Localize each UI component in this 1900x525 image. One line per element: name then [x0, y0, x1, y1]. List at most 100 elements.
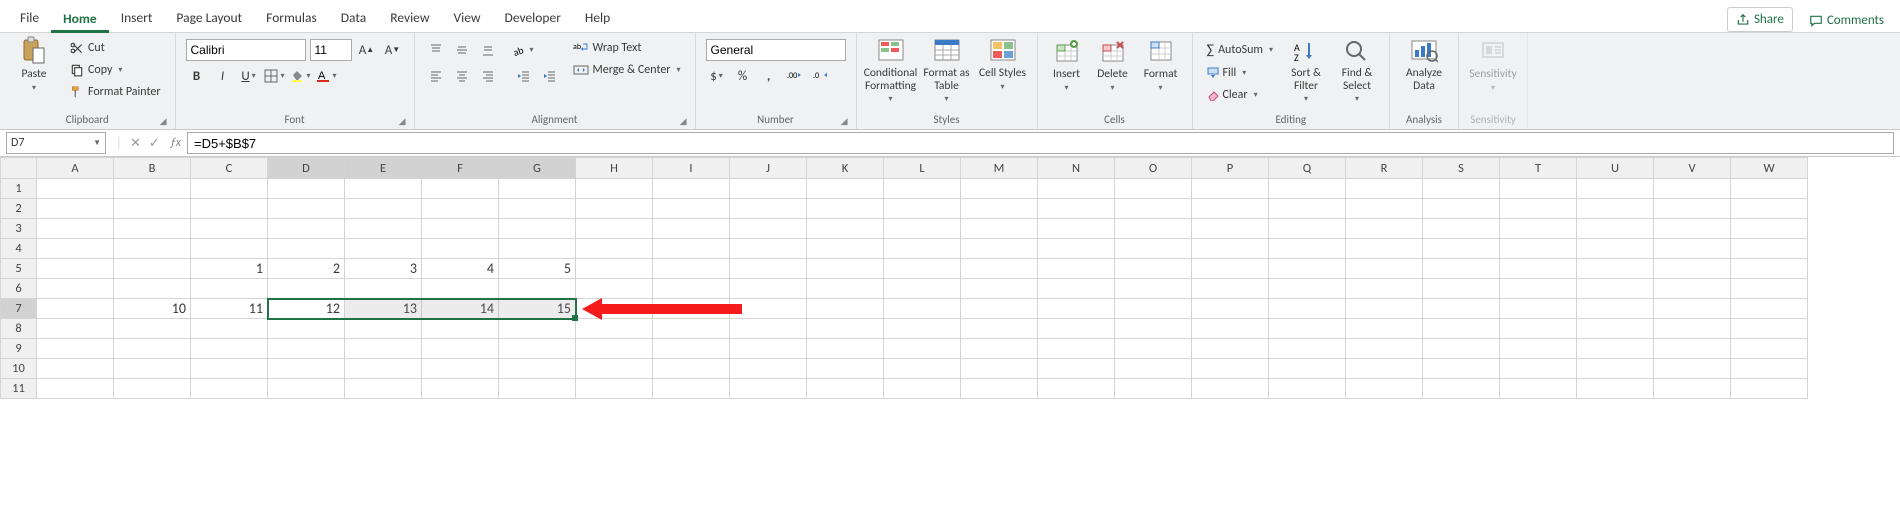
format-painter-button[interactable]: Format Painter [66, 83, 165, 101]
row-header-1[interactable]: 1 [1, 179, 37, 199]
cell-V3[interactable] [1654, 219, 1731, 239]
cell-S3[interactable] [1423, 219, 1500, 239]
cell-Q5[interactable] [1269, 259, 1346, 279]
cell-N10[interactable] [1038, 359, 1115, 379]
worksheet-grid[interactable]: ABCDEFGHIJKLMNOPQRSTUVW12345123456710111… [0, 157, 1900, 399]
cell-K1[interactable] [807, 179, 884, 199]
select-all-corner[interactable] [1, 158, 37, 179]
cell-B8[interactable] [114, 319, 191, 339]
insert-cells-button[interactable]: Insert▾ [1044, 37, 1090, 109]
cell-U9[interactable] [1577, 339, 1654, 359]
cell-E10[interactable] [345, 359, 422, 379]
col-header-W[interactable]: W [1731, 158, 1808, 179]
cell-D1[interactable] [268, 179, 345, 199]
align-top-button[interactable] [425, 39, 447, 61]
cell-S5[interactable] [1423, 259, 1500, 279]
cell-L6[interactable] [884, 279, 961, 299]
cell-G11[interactable] [499, 379, 576, 399]
cell-D2[interactable] [268, 199, 345, 219]
col-header-D[interactable]: D [268, 158, 345, 179]
cell-T4[interactable] [1500, 239, 1577, 259]
row-header-10[interactable]: 10 [1, 359, 37, 379]
tab-data[interactable]: Data [329, 5, 378, 32]
cell-C3[interactable] [191, 219, 268, 239]
cell-J1[interactable] [730, 179, 807, 199]
cell-G5[interactable]: 5 [499, 259, 576, 279]
cell-E6[interactable] [345, 279, 422, 299]
cell-Q2[interactable] [1269, 199, 1346, 219]
cell-P3[interactable] [1192, 219, 1269, 239]
col-header-M[interactable]: M [961, 158, 1038, 179]
cell-E7[interactable]: 13 [345, 299, 422, 319]
cell-H2[interactable] [576, 199, 653, 219]
cell-C1[interactable] [191, 179, 268, 199]
cell-C10[interactable] [191, 359, 268, 379]
cell-A5[interactable] [37, 259, 114, 279]
col-header-H[interactable]: H [576, 158, 653, 179]
cell-C6[interactable] [191, 279, 268, 299]
cell-G6[interactable] [499, 279, 576, 299]
col-header-E[interactable]: E [345, 158, 422, 179]
decrease-font-button[interactable]: A▼ [382, 39, 404, 61]
cell-W4[interactable] [1731, 239, 1808, 259]
cell-N11[interactable] [1038, 379, 1115, 399]
cell-W3[interactable] [1731, 219, 1808, 239]
cell-N1[interactable] [1038, 179, 1115, 199]
cell-R9[interactable] [1346, 339, 1423, 359]
cell-L1[interactable] [884, 179, 961, 199]
cell-A1[interactable] [37, 179, 114, 199]
increase-decimal-button[interactable]: .00 [784, 65, 806, 87]
cell-I9[interactable] [653, 339, 730, 359]
cell-F9[interactable] [422, 339, 499, 359]
cell-U7[interactable] [1577, 299, 1654, 319]
cell-C8[interactable] [191, 319, 268, 339]
cell-T3[interactable] [1500, 219, 1577, 239]
cell-H6[interactable] [576, 279, 653, 299]
cell-I10[interactable] [653, 359, 730, 379]
align-bottom-button[interactable] [477, 39, 499, 61]
cell-P4[interactable] [1192, 239, 1269, 259]
cell-R10[interactable] [1346, 359, 1423, 379]
cell-A10[interactable] [37, 359, 114, 379]
cell-J2[interactable] [730, 199, 807, 219]
cell-I3[interactable] [653, 219, 730, 239]
cell-E11[interactable] [345, 379, 422, 399]
cell-T2[interactable] [1500, 199, 1577, 219]
cell-L9[interactable] [884, 339, 961, 359]
cell-G10[interactable] [499, 359, 576, 379]
increase-font-button[interactable]: A▲ [356, 39, 378, 61]
cell-I1[interactable] [653, 179, 730, 199]
cell-J5[interactable] [730, 259, 807, 279]
cell-M11[interactable] [961, 379, 1038, 399]
cell-M2[interactable] [961, 199, 1038, 219]
cell-R1[interactable] [1346, 179, 1423, 199]
cell-S4[interactable] [1423, 239, 1500, 259]
cell-Q10[interactable] [1269, 359, 1346, 379]
cell-Q7[interactable] [1269, 299, 1346, 319]
col-header-S[interactable]: S [1423, 158, 1500, 179]
cell-L10[interactable] [884, 359, 961, 379]
cell-F3[interactable] [422, 219, 499, 239]
cell-U6[interactable] [1577, 279, 1654, 299]
cell-B11[interactable] [114, 379, 191, 399]
fill-color-button[interactable] [290, 65, 312, 87]
cell-L8[interactable] [884, 319, 961, 339]
cell-Q1[interactable] [1269, 179, 1346, 199]
col-header-N[interactable]: N [1038, 158, 1115, 179]
cell-I7[interactable] [653, 299, 730, 319]
cell-H9[interactable] [576, 339, 653, 359]
cell-K3[interactable] [807, 219, 884, 239]
cell-A3[interactable] [37, 219, 114, 239]
cell-R2[interactable] [1346, 199, 1423, 219]
chevron-down-icon[interactable]: ▼ [93, 138, 101, 148]
dialog-launcher-icon[interactable]: ◢ [160, 116, 167, 127]
cell-U10[interactable] [1577, 359, 1654, 379]
cell-B3[interactable] [114, 219, 191, 239]
cell-T8[interactable] [1500, 319, 1577, 339]
cell-M4[interactable] [961, 239, 1038, 259]
col-header-U[interactable]: U [1577, 158, 1654, 179]
italic-button[interactable]: I [212, 65, 234, 87]
clear-button[interactable]: Clear [1203, 86, 1277, 104]
cell-P8[interactable] [1192, 319, 1269, 339]
cell-E4[interactable] [345, 239, 422, 259]
